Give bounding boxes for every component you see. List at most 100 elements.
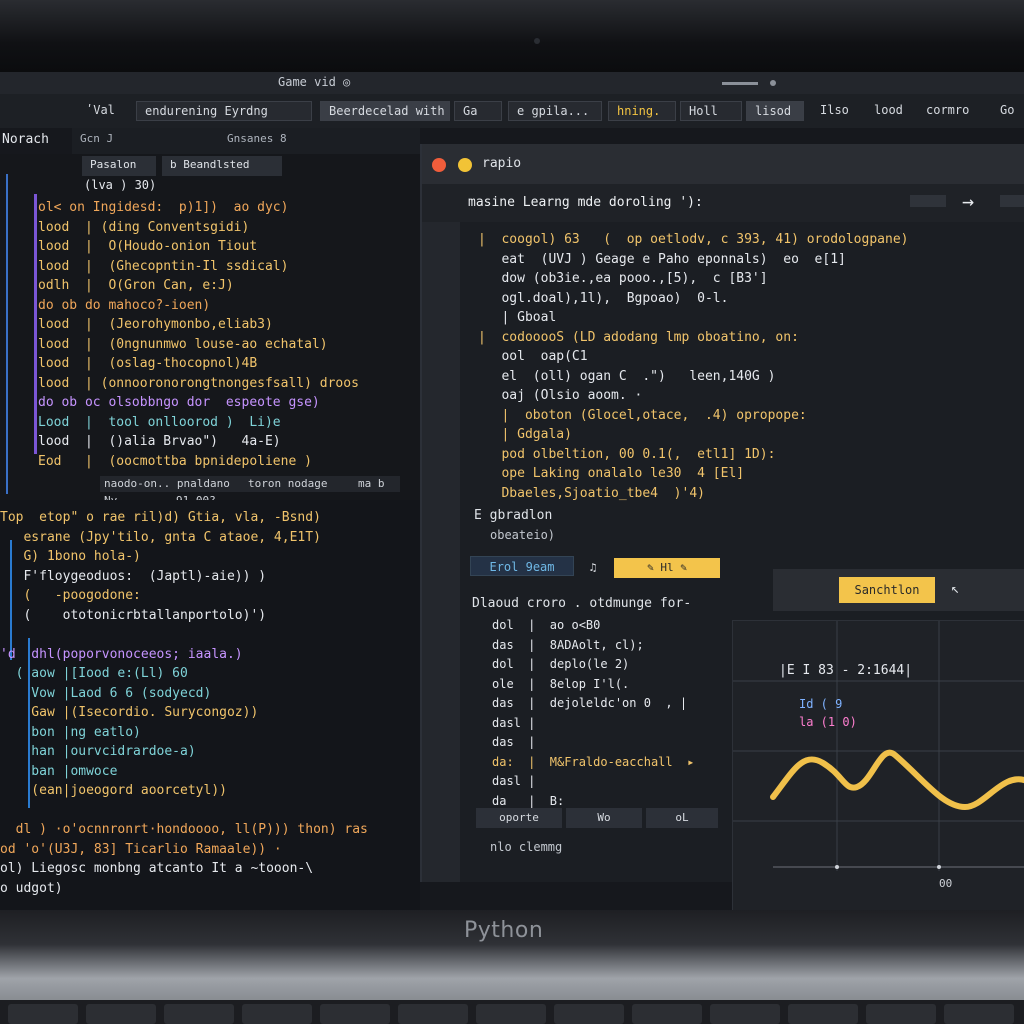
code-block: | coogol) 63 ( op oetlodv, c 393, 41) or… [478,230,1024,510]
edit-button[interactable]: ✎ Hl ✎ [614,558,720,578]
window-header: rapio [422,144,1024,184]
keyboard-key [866,1004,936,1024]
code-line: ogl.doal),1l), Bgpoao) 0-l. [478,290,729,306]
code-line: lood | (ding Conventsgidi) [38,219,250,235]
code-line: dol | ao o<B0 [492,618,601,632]
menu-item[interactable]: e gpila... [508,101,602,121]
run-arrow-icon[interactable]: → [962,189,974,213]
left-editor-pane: Pasalon b Beandlsted (lva ) 30) ol< on I… [0,154,420,507]
code-line: lood | (onnooronorongtnongesfsall) droos [38,375,359,391]
code-line: F'floygeoduos: (Japtl)-aie)) ) [0,568,267,584]
laptop-top-bezel [0,0,1024,72]
code-line: ( ototonicrbtallanportolo)') [0,607,267,623]
legend-entry: la (1 0) [799,715,857,729]
section-label: Dlaoud croro . otdmunge for- [472,596,692,611]
menu-item[interactable]: lood [866,101,918,121]
left-lower-pane: Top etop" o rae ril)d) Gtia, vla, -Bsnd)… [0,500,420,910]
code-line: ban |omwoce [0,763,118,779]
keyboard-key [476,1004,546,1024]
maximize-icon[interactable] [770,80,776,86]
toolbar-pill[interactable] [1000,195,1024,207]
code-line: han |ourvcidrardoe-a) [0,744,196,759]
music-icon[interactable]: ♫ [584,558,602,578]
laptop-brand-label: Python [464,918,544,943]
legend-entry: Id ( 9 [799,697,843,711]
footer-text: nlo clemmg [490,840,563,854]
toolbar-item[interactable]: Gnsanes 8 [227,132,287,145]
status-text: toron nodage [248,477,328,490]
code-line: ole | 8elop I'l(. [492,676,630,691]
code-line: 'd dhl(poporvonoceeos; iaala.) [0,646,243,662]
code-line: oaj (Olsio aoom. · [478,388,643,403]
code-line: ope Laking onalalo le30 4 [El] [478,466,745,481]
code-line: ( -poogodone: [0,588,141,603]
menu-item[interactable]: cormro [918,101,990,121]
menu-item[interactable]: endurening Eyrdng [136,101,312,121]
export-button[interactable]: oporte [476,808,562,828]
code-line: lood | O(Houdo-onion Tiout [38,239,258,254]
menu-item[interactable]: ʹVal [78,101,128,121]
toolbar-pill[interactable] [910,195,946,207]
minimize-icon[interactable] [722,82,758,85]
cursor-icon: ↖ [951,581,960,597]
code-line: das | dejoleldc'on 0 , | [492,696,688,710]
code-line: | Gboal [478,310,557,325]
explain-subtitle: obeateio) [490,528,556,542]
code-line: do ob oc olsobbngo dor espeote gse) [38,395,320,410]
code-line: lood | (0ngnunmwo louse-ao echatal) [38,336,328,352]
status-text: naodo-on.. pnaldano [104,477,230,490]
code-line: o udgot) [0,880,63,896]
code-line: lood | (oslag-thocopnol)4B [38,356,258,371]
code-line: Top etop" o rae ril)d) Gtia, vla, -Bsnd) [0,510,321,525]
gutter-marker [6,174,8,494]
menu-item[interactable]: Holl [680,101,742,121]
code-line: (ean|joeogord aoorcetyl)) [0,783,227,798]
menu-item[interactable]: Beerdecelad with [320,101,450,121]
tab-pasalon[interactable]: Pasalon [82,156,156,176]
code-line: odlh | O(Gron Can, e:J) [38,278,234,293]
menu-item[interactable]: Go [992,101,1024,121]
window-subheader: masine Learng mde doroling '): → [422,184,1024,222]
menu-bar: ʹVal endurening Eyrdng Beerdecelad with … [0,94,1024,128]
action-button[interactable]: oL [646,808,718,828]
menu-item[interactable]: hning. [608,101,676,121]
code-line: da: | M&Fraldo-eacchall ▸ [492,754,695,769]
tab-beandlsted[interactable]: b Beandlsted [162,156,282,176]
minimize-icon[interactable] [458,158,472,172]
keyboard-key [164,1004,234,1024]
code-line: | oboton (Glocel,otace, .4) opropope: [478,407,807,423]
menu-item[interactable]: Ilso [812,101,864,121]
code-line: esrane (Jpy'tilo, gnta C ataoe, 4,E1T) [0,529,321,545]
left-subtoolbar: Gcn J Gnsanes 8 [72,128,420,154]
keyboard-key [944,1004,1014,1024]
code-line: das | 8ADAolt, cl); [492,637,644,652]
code-block: ol< on Ingidesd: p)1]) ao dyc) lood | (di… [38,198,418,478]
window-title: rapio [482,156,522,171]
code-line: Lood | tool onlloorod ) Li)e [38,414,281,430]
close-icon[interactable] [432,158,446,172]
menu-item[interactable]: lisod [746,101,804,121]
search-button[interactable]: Sanchtlon [839,577,935,603]
editor-hint: (lva ) 30) [84,178,157,192]
code-line: Vow |Laod 6 6 (sodyecd) [0,685,212,701]
code-line: G) 1bono hola-) [0,549,141,564]
keyboard-key [320,1004,390,1024]
code-line: dasl | [492,774,536,788]
toolbar-item[interactable]: Gcn J [80,132,113,145]
action-button[interactable]: Wo [566,808,642,828]
keyboard-key [86,1004,156,1024]
status-text: ma b [358,477,385,490]
explore-button[interactable]: Erol 9eam [470,556,574,576]
code-line: lood | (Ghecopntin-Il ssdical) [38,258,289,274]
right-editor-window: rapio masine Learng mde doroling '): → |… [420,144,1024,910]
code-line: ool oap(C1 [478,349,588,364]
menu-item[interactable]: Ga [454,101,502,121]
plot-header: Sanchtlon ↖ [773,569,1024,611]
series-line [770,749,1024,811]
laptop-photo: Game vid ◎ ʹVal endurening Eyrdng Beerde… [0,0,1024,1024]
code-line: od 'o'(U3J, 83] Ticarlio Ramaale)) · [0,841,282,857]
cell-title: masine Learng mde doroling '): [468,195,703,210]
code-line: Gaw |(Isecordio. Surycongoz)) [0,705,259,720]
